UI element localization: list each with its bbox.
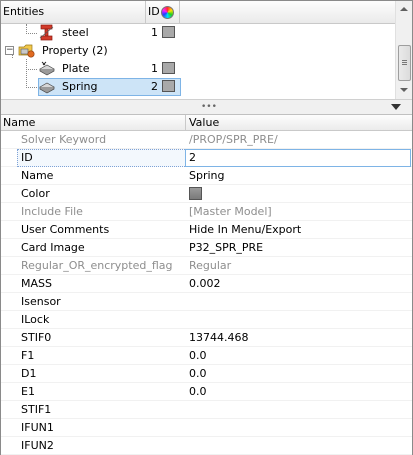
column-divider[interactable] [185,115,186,130]
material-icon [39,24,54,41]
collapse-toggle[interactable]: − [5,46,14,55]
scrollbar-thumb[interactable] [398,45,411,81]
column-divider[interactable] [145,1,146,23]
property-row-user-comments[interactable]: User Comments Hide In Menu/Export [1,221,412,239]
tree-item-id: 1 [151,26,158,39]
property-icon [39,61,55,76]
tree-item-label: steel [62,26,89,39]
property-name: ID [21,151,33,164]
tree-item-label: Plate [62,62,90,75]
panel-splitter[interactable]: ••• [1,99,412,115]
scroll-up-button[interactable] [397,2,412,18]
property-name: Regular_OR_encrypted_flag [21,259,173,272]
property-folder-icon [18,44,35,58]
entity-tree: Entities ID steel 1 − Property (2) Plate… [1,1,412,99]
entity-editor-panel: Entities ID steel 1 − Property (2) Plate… [0,0,413,455]
name-column-header[interactable]: Name [3,116,35,129]
property-name: MASS [21,277,52,290]
property-value[interactable]: Hide In Menu/Export [189,223,301,236]
property-value[interactable]: 0.0 [189,367,207,380]
grip-line [402,64,407,65]
property-name: Card Image [21,241,85,254]
property-name: Include File [21,205,83,218]
grip-line [402,62,407,63]
property-value[interactable]: 13744.468 [189,331,249,344]
grip-line [402,60,407,61]
property-name: Name [21,169,54,182]
property-row-id[interactable]: ID 2 [1,149,412,167]
property-row-f1[interactable]: F1 0.0 [1,347,412,365]
tree-item-property-folder[interactable]: − Property (2) [1,42,395,60]
id-column-header[interactable]: ID [148,5,160,18]
property-row-mass[interactable]: MASS 0.002 [1,275,412,293]
property-row-d1[interactable]: D1 0.0 [1,365,412,383]
arrow-up-icon [400,7,408,11]
arrow-down-icon [400,88,408,92]
property-grid: Name Value Solver Keyword /PROP/SPR_PRE/… [1,115,412,455]
property-row-ifun2[interactable]: IFUN2 [1,437,412,455]
property-name: User Comments [21,223,110,236]
tree-item-plate[interactable]: Plate 1 [1,60,395,78]
property-name: IFUN2 [21,439,54,452]
property-name: STIF1 [21,403,52,416]
property-name: Color [21,187,50,200]
tree-item-spring[interactable]: Spring 2 [1,78,395,96]
property-value[interactable]: 0.0 [189,385,207,398]
property-name: STIF0 [21,331,52,344]
color-picker-swatch[interactable] [189,187,202,200]
property-name: Isensor [21,295,61,308]
property-name: Solver Keyword [21,133,107,146]
property-row-stif0[interactable]: STIF0 13744.468 [1,329,412,347]
property-value: [Master Model] [189,205,272,218]
property-icon [39,82,55,94]
property-value[interactable]: Spring [189,169,225,182]
splitter-grip-icon[interactable]: ••• [201,103,217,112]
property-value: Regular [189,259,232,272]
property-row-e1[interactable]: E1 0.0 [1,383,412,401]
tree-scrollbar[interactable] [395,1,412,99]
property-row-encrypted-flag: Regular_OR_encrypted_flag Regular [1,257,412,275]
tree-item-id: 2 [151,80,158,93]
property-row-name[interactable]: Name Spring [1,167,412,185]
property-row-card-image[interactable]: Card Image P32_SPR_PRE [1,239,412,257]
scroll-down-button[interactable] [397,82,412,98]
property-value[interactable]: 0.002 [189,277,221,290]
property-name: F1 [21,349,35,362]
property-row-include-file: Include File [Master Model] [1,203,412,221]
tree-item-id: 1 [151,62,158,75]
property-name: ILock [21,313,50,326]
tree-header: Entities ID [1,1,395,24]
entity-color-swatch[interactable] [162,80,175,92]
column-divider[interactable] [179,1,180,23]
property-value: /PROP/SPR_PRE/ [189,133,278,146]
entities-column-header[interactable]: Entities [3,5,44,18]
tree-item-label: Property (2) [42,44,108,57]
tree-item-steel[interactable]: steel 1 [1,24,395,42]
entity-color-swatch[interactable] [162,26,175,38]
property-value[interactable]: P32_SPR_PRE [189,241,263,254]
property-name: IFUN1 [21,421,54,434]
collapse-arrow-icon[interactable] [391,104,401,110]
property-row-ifun1[interactable]: IFUN1 [1,419,412,437]
entity-color-swatch[interactable] [162,62,175,74]
value-column-header[interactable]: Value [189,116,219,129]
property-row-isensor[interactable]: Isensor [1,293,412,311]
color-wheel-icon[interactable] [161,6,174,19]
property-value[interactable]: 0.0 [189,349,207,362]
grid-header: Name Value [1,115,412,131]
property-row-ilock[interactable]: ILock [1,311,412,329]
property-name: E1 [21,385,35,398]
property-value[interactable]: 2 [189,151,196,164]
property-row-solver-keyword: Solver Keyword /PROP/SPR_PRE/ [1,131,412,149]
tree-item-label: Spring [62,80,98,93]
property-name: D1 [21,367,37,380]
property-row-color[interactable]: Color [1,185,412,203]
property-row-stif1[interactable]: STIF1 [1,401,412,419]
id-value-field[interactable] [185,149,411,167]
